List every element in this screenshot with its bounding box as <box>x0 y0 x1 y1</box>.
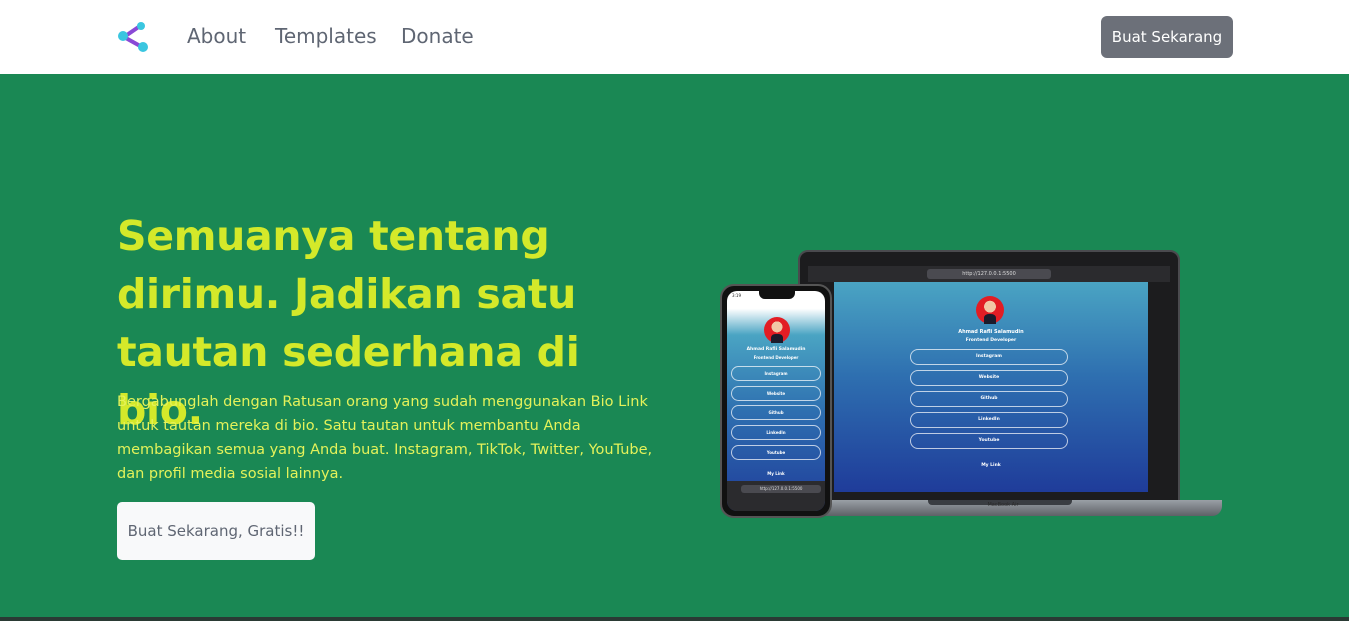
phone-footer: My Link <box>767 471 785 476</box>
share-nodes-icon[interactable] <box>116 20 150 54</box>
laptop-browser-bar: http://127.0.0.1:5500 <box>808 266 1170 282</box>
section-divider <box>0 617 1349 621</box>
phone-link-website: Website <box>731 386 821 401</box>
nav-link-templates[interactable]: Templates <box>275 24 377 48</box>
phone-link-youtube: Youtube <box>731 445 821 460</box>
laptop-link-instagram: Instagram <box>910 349 1068 365</box>
laptop-mockup: http://127.0.0.1:5500 Ahmad Rafli Salamu… <box>798 250 1180 502</box>
laptop-profile-name: Ahmad Rafli Salamudin <box>958 329 1024 335</box>
phone-browser-bar: http://127.0.0.1:5500 <box>727 481 825 511</box>
laptop-label: MacBook Air <box>987 502 1019 508</box>
laptop-footer: My Link <box>981 463 1001 468</box>
phone-link-linkedin: LinkedIn <box>731 425 821 440</box>
hero-description: Bergabunglah dengan Ratusan orang yang s… <box>117 394 653 482</box>
nav-link-about[interactable]: About <box>187 24 246 48</box>
phone-mockup: 3:19 Ahmad Rafli Salamudin Frontend Deve… <box>720 284 832 518</box>
hero-create-free-button[interactable]: Buat Sekarang, Gratis!! <box>117 502 315 560</box>
phone-profile-role: Frontend Developer <box>753 355 799 360</box>
phone-link-github: Github <box>731 405 821 420</box>
phone-link-instagram: Instagram <box>731 366 821 381</box>
phone-time: 3:19 <box>732 293 741 298</box>
nav-link-donate[interactable]: Donate <box>401 24 474 48</box>
laptop-base: MacBook Air <box>778 500 1222 516</box>
laptop-avatar <box>976 296 1004 325</box>
phone-profile-name: Ahmad Rafli Salamudin <box>746 347 806 352</box>
phone-screen: 3:19 Ahmad Rafli Salamudin Frontend Deve… <box>727 291 825 511</box>
laptop-url: http://127.0.0.1:5500 <box>927 269 1051 279</box>
phone-url: http://127.0.0.1:5500 <box>741 485 821 493</box>
nav-create-button[interactable]: Buat Sekarang <box>1101 16 1233 58</box>
laptop-link-linkedin: LinkedIn <box>910 412 1068 428</box>
laptop-link-github: Github <box>910 391 1068 407</box>
phone-avatar <box>764 317 790 344</box>
phone-notch <box>759 291 795 299</box>
laptop-link-website: Website <box>910 370 1068 386</box>
laptop-profile-role: Frontend Developer <box>965 338 1017 343</box>
laptop-screen: Ahmad Rafli Salamudin Frontend Developer… <box>834 282 1148 492</box>
laptop-link-youtube: Youtube <box>910 433 1068 449</box>
navbar: About Templates Donate Buat Sekarang <box>0 0 1349 74</box>
